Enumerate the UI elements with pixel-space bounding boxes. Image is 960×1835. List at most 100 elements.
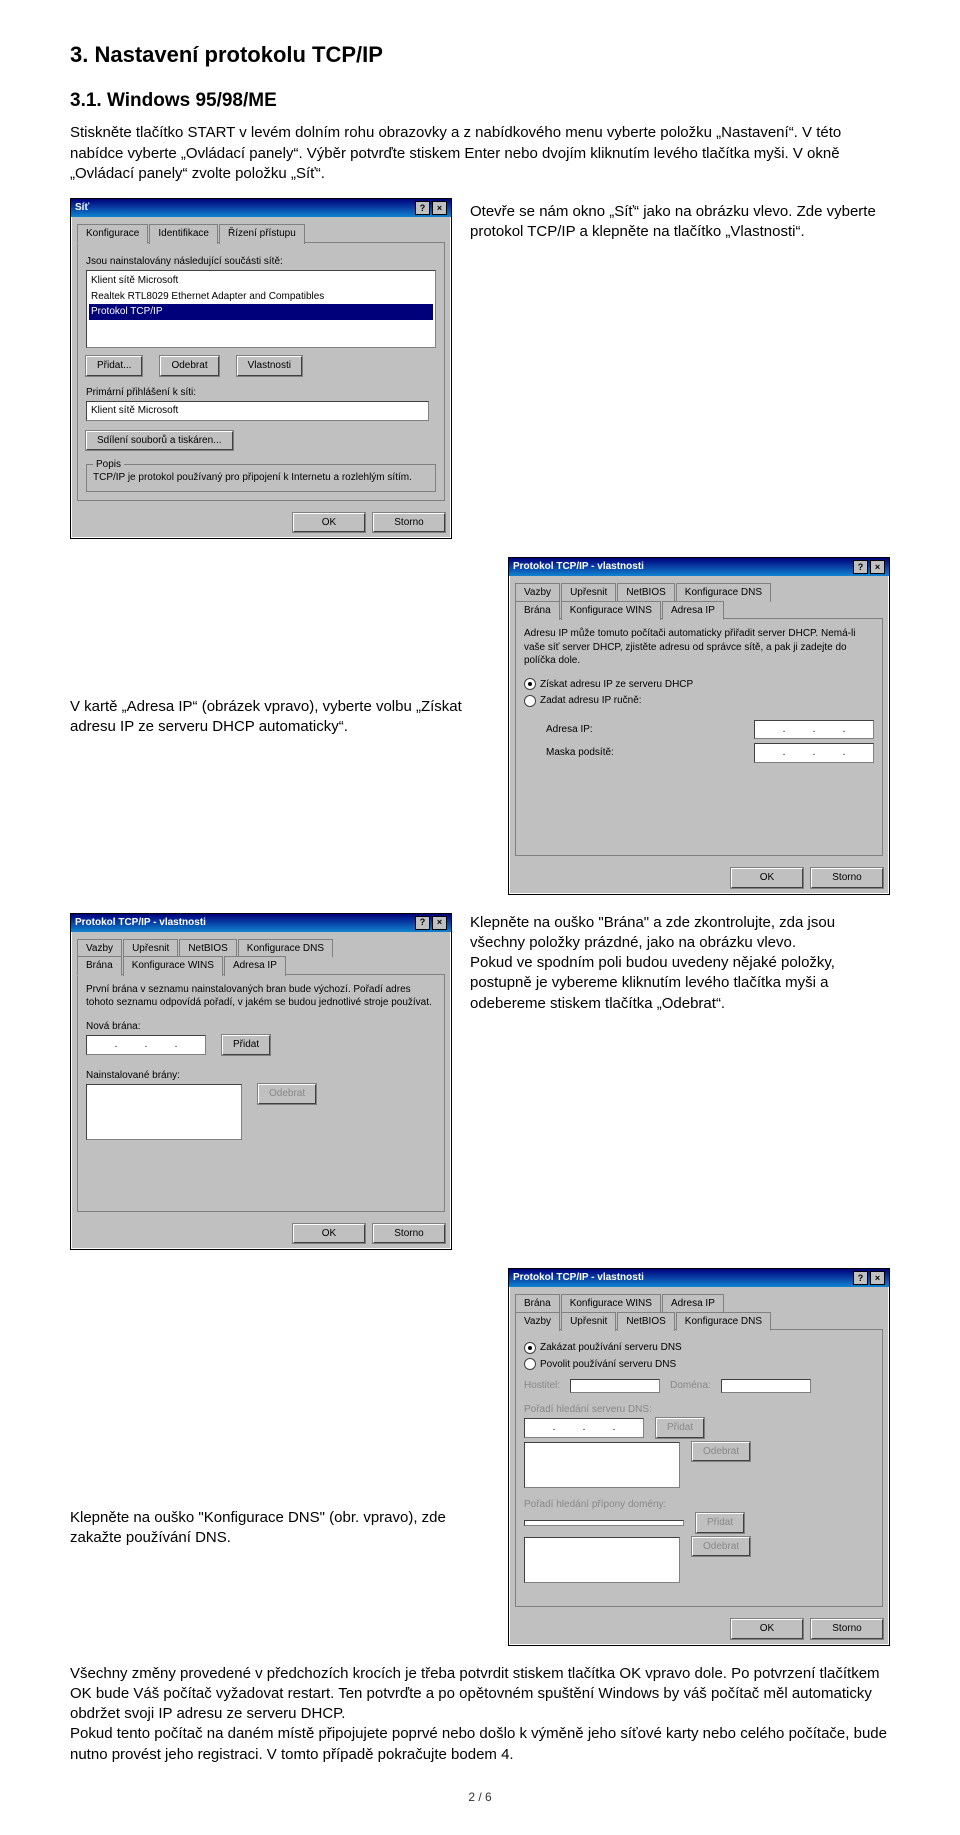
order1-inputrow: ... Přidat [524,1418,874,1438]
host-input[interactable] [570,1379,660,1393]
paragraph: Všechny změny provedené v předchozích kr… [70,1664,890,1765]
share-row: Sdílení souborů a tiskáren... [86,431,436,451]
titlebar: Protokol TCP/IP - vlastnosti ? × [71,914,451,932]
radio-dhcp[interactable]: Získat adresu IP ze serveru DHCP [524,678,874,692]
tab-brana[interactable]: Brána [515,601,560,621]
suffix-list[interactable] [524,1537,680,1583]
tabs-top: Vazby Upřesnit NetBIOS Konfigurace DNS [77,938,445,957]
tab-wins[interactable]: Konfigurace WINS [561,601,661,621]
radio-dot-on [524,678,536,690]
tab-dns[interactable]: Konfigurace DNS [676,583,771,602]
tab-brana[interactable]: Brána [77,956,122,976]
tab-upresnit[interactable]: Upřesnit [561,583,616,602]
remove-button[interactable]: Odebrat [160,356,218,376]
row-ip: V kartě „Adresa IP“ (obrázek vpravo), vy… [70,557,890,895]
section-heading: 3. Nastavení protokolu TCP/IP [70,40,890,70]
remove-button[interactable]: Odebrat [692,1442,750,1462]
add-button[interactable]: Přidat [696,1513,744,1533]
window-dns: Protokol TCP/IP - vlastnosti ? × Brána K… [508,1268,890,1646]
tab-dns[interactable]: Konfigurace DNS [676,1312,771,1332]
list-item[interactable]: Realtek RTL8029 Ethernet Adapter and Com… [89,289,433,305]
help-icon[interactable]: ? [853,560,868,574]
panel: Jsou nainstalovány následující součásti … [77,242,445,501]
titlebar-buttons: ? × [415,916,447,930]
tab-vazby[interactable]: Vazby [515,1312,560,1332]
panel: První brána v seznamu nainstalovaných br… [77,974,445,1212]
tab-wins[interactable]: Konfigurace WINS [123,956,223,976]
ok-button[interactable]: OK [731,1619,803,1639]
radio-manual[interactable]: Zadat adresu IP ručně: [524,694,874,708]
radio-disable-dns[interactable]: Zakázat používání serveru DNS [524,1341,874,1355]
tab-upresnit[interactable]: Upřesnit [561,1312,616,1332]
tab-wins[interactable]: Konfigurace WINS [561,1294,661,1313]
titlebar: Protokol TCP/IP - vlastnosti ? × [509,558,889,576]
gw-input[interactable]: ... [86,1035,206,1055]
cancel-button[interactable]: Storno [811,1619,883,1639]
mask-input[interactable]: ... [754,743,874,763]
components-listbox[interactable]: Klient sítě Microsoft Realtek RTL8029 Et… [86,270,436,348]
tab-vazby[interactable]: Vazby [77,939,122,958]
cancel-button[interactable]: Storno [373,1224,445,1244]
domain-input[interactable] [721,1379,811,1393]
tabs-bot: Brána Konfigurace WINS Adresa IP [515,600,883,620]
properties-button[interactable]: Vlastnosti [237,356,302,376]
tab-adresaip[interactable]: Adresa IP [662,601,724,621]
tab-brana[interactable]: Brána [515,1294,560,1313]
list-item-selected[interactable]: Protokol TCP/IP [89,304,433,320]
tab-vazby[interactable]: Vazby [515,583,560,602]
radio-dot-on [524,1342,536,1354]
tab-adresaip[interactable]: Adresa IP [662,1294,724,1313]
cancel-button[interactable]: Storno [811,868,883,888]
tab-rizeni[interactable]: Řízení přístupu [219,224,305,244]
window-body: Vazby Upřesnit NetBIOS Konfigurace DNS B… [71,932,451,1218]
help-icon[interactable]: ? [853,1271,868,1285]
tab-netbios[interactable]: NetBIOS [179,939,236,958]
share-button[interactable]: Sdílení souborů a tiskáren... [86,431,233,451]
dialog-buttons: OK Storno [509,1613,889,1645]
order2-label: Pořadí hledání přípony domény: [524,1498,874,1512]
close-icon[interactable]: × [870,560,885,574]
help-icon[interactable]: ? [415,201,430,215]
panel: Zakázat používání serveru DNS Povolit po… [515,1329,883,1607]
dns-list[interactable] [524,1442,680,1488]
close-icon[interactable]: × [870,1271,885,1285]
row-dns: Klepněte na ouško "Konfigurace DNS" (obr… [70,1268,890,1646]
radio-label: Získat adresu IP ze serveru DHCP [540,678,693,692]
tab-netbios[interactable]: NetBIOS [617,583,674,602]
dns-ip-input[interactable]: ... [524,1418,644,1438]
add-button[interactable]: Přidat [656,1418,704,1438]
list-item[interactable]: Klient sítě Microsoft [89,273,433,289]
add-button[interactable]: Přidat... [86,356,142,376]
info-text: Adresu IP může tomuto počítači automatic… [524,627,874,668]
close-icon[interactable]: × [432,916,447,930]
instruction-text: Otevře se nám okno „Síť“ jako na obrázku… [470,198,890,243]
domain-label: Doména: [670,1379,711,1393]
order2-listrow: Odebrat [524,1537,874,1583]
radio-label: Zadat adresu IP ručně: [540,694,642,708]
close-icon[interactable]: × [432,201,447,215]
installed-gw-list[interactable] [86,1084,242,1140]
ok-button[interactable]: OK [293,513,365,533]
tab-upresnit[interactable]: Upřesnit [123,939,178,958]
ok-button[interactable]: OK [731,868,803,888]
radio-enable-dns[interactable]: Povolit používání serveru DNS [524,1358,874,1372]
login-select[interactable]: Klient sítě Microsoft [86,401,429,421]
row-sit: Síť ? × Konfigurace Identifikace Řízení … [70,198,890,539]
cancel-button[interactable]: Storno [373,513,445,533]
mask-label: Maska podsítě: [546,746,614,760]
tab-identifikace[interactable]: Identifikace [149,224,218,244]
ok-button[interactable]: OK [293,1224,365,1244]
ip-input[interactable]: ... [754,720,874,740]
remove-button[interactable]: Odebrat [692,1537,750,1557]
add-button[interactable]: Přidat [222,1035,270,1055]
list-label: Jsou nainstalovány následující součásti … [86,255,436,269]
tab-konfigurace[interactable]: Konfigurace [77,224,148,244]
suffix-input[interactable] [524,1520,684,1526]
tab-adresaip[interactable]: Adresa IP [224,956,286,976]
window-title: Protokol TCP/IP - vlastnosti [75,916,206,930]
tab-dns[interactable]: Konfigurace DNS [238,939,333,958]
remove-button[interactable]: Odebrat [258,1084,316,1104]
help-icon[interactable]: ? [415,916,430,930]
host-label: Hostitel: [524,1379,560,1393]
tab-netbios[interactable]: NetBIOS [617,1312,674,1332]
